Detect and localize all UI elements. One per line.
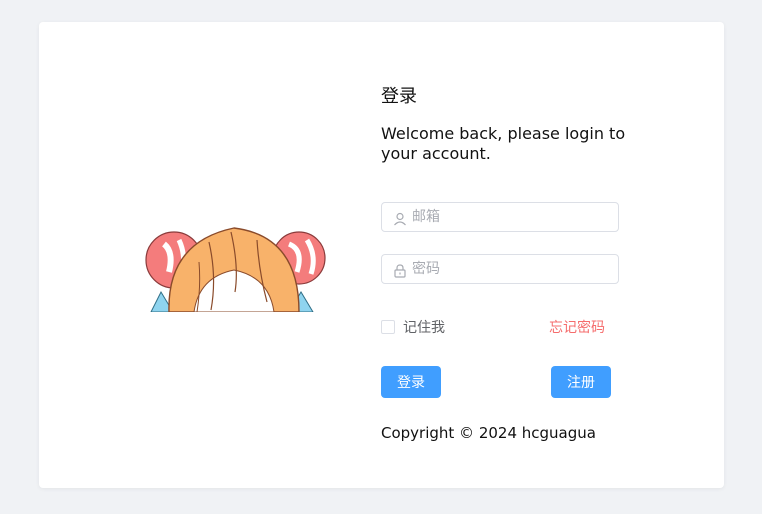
login-form: 登录 Welcome back, please login to your ac… [381, 84, 641, 442]
login-card: 登录 Welcome back, please login to your ac… [39, 22, 724, 488]
remember-me[interactable]: 记住我 [381, 317, 445, 337]
page-title: 登录 [381, 86, 417, 107]
remember-label: 记住我 [403, 320, 445, 336]
remember-checkbox[interactable] [381, 320, 395, 334]
user-icon [393, 211, 407, 226]
forgot-password-link[interactable]: 忘记密码 [549, 317, 605, 337]
password-input[interactable] [412, 255, 612, 283]
email-input[interactable] [412, 203, 612, 231]
register-button[interactable]: 注册 [551, 366, 611, 398]
welcome-text: Welcome back, please login to your accou… [381, 124, 626, 163]
login-button[interactable]: 登录 [381, 366, 441, 398]
password-field[interactable] [381, 254, 619, 284]
copyright-text: Copyright © 2024 hcguagua [381, 424, 596, 442]
lock-icon [393, 263, 407, 278]
mascot-image [139, 222, 329, 312]
email-field[interactable] [381, 202, 619, 232]
